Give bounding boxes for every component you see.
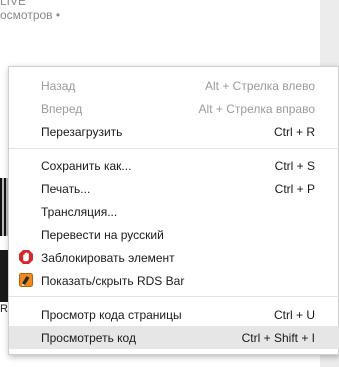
menu-item-shortcut: Ctrl + S — [274, 159, 315, 173]
menu-item-shortcut: Ctrl + Shift + I — [241, 331, 315, 345]
menu-item-label: Трансляция... — [41, 205, 118, 219]
context-menu: Назад Alt + Стрелка влево Вперед Alt + С… — [8, 66, 339, 355]
menu-item-block-element[interactable]: Заблокировать элемент — [9, 246, 339, 269]
menu-item-back[interactable]: Назад Alt + Стрелка влево — [9, 74, 339, 97]
menu-item-translate[interactable]: Перевести на русский — [9, 223, 339, 246]
menu-item-inspect[interactable]: Просмотреть код Ctrl + Shift + I — [9, 326, 339, 349]
menu-item-label: Перевести на русский — [41, 228, 164, 242]
menu-item-forward[interactable]: Вперед Alt + Стрелка вправо — [9, 97, 339, 120]
menu-item-label: Печать... — [41, 182, 91, 196]
background-thumbnail — [0, 250, 8, 302]
menu-item-reload[interactable]: Перезагрузить Ctrl + R — [9, 120, 339, 143]
menu-item-cast[interactable]: Трансляция... — [9, 200, 339, 223]
menu-item-shortcut: Alt + Стрелка влево — [204, 79, 315, 93]
menu-item-print[interactable]: Печать... Ctrl + P — [9, 177, 339, 200]
background-thumbnail — [0, 178, 8, 236]
menu-item-label: Сохранить как... — [41, 159, 132, 173]
menu-item-label: Просмотр кода страницы — [41, 308, 182, 322]
menu-item-label: Показать/скрыть RDS Bar — [41, 274, 185, 288]
menu-item-save-as[interactable]: Сохранить как... Ctrl + S — [9, 154, 339, 177]
menu-item-label: Вперед — [41, 102, 83, 116]
menu-item-shortcut: Ctrl + R — [273, 125, 315, 139]
menu-item-view-source[interactable]: Просмотр кода страницы Ctrl + U — [9, 303, 339, 326]
background-edge-letter: R — [0, 303, 8, 315]
background-live-label: LIVE — [0, 0, 27, 8]
menu-item-shortcut: Ctrl + P — [274, 182, 315, 196]
menu-item-label: Заблокировать элемент — [41, 251, 175, 265]
menu-item-shortcut: Ctrl + U — [273, 308, 315, 322]
background-views-label: осмотров • — [0, 8, 61, 22]
rds-bar-icon — [19, 273, 33, 287]
menu-item-label: Просмотреть код — [41, 331, 136, 345]
menu-item-label: Назад — [41, 79, 76, 93]
menu-separator — [9, 148, 339, 149]
menu-separator — [9, 296, 339, 297]
menu-item-label: Перезагрузить — [41, 125, 123, 139]
menu-item-toggle-rds-bar[interactable]: Показать/скрыть RDS Bar — [9, 269, 339, 292]
menu-item-shortcut: Alt + Стрелка вправо — [198, 102, 315, 116]
adblock-stop-icon — [19, 250, 33, 264]
